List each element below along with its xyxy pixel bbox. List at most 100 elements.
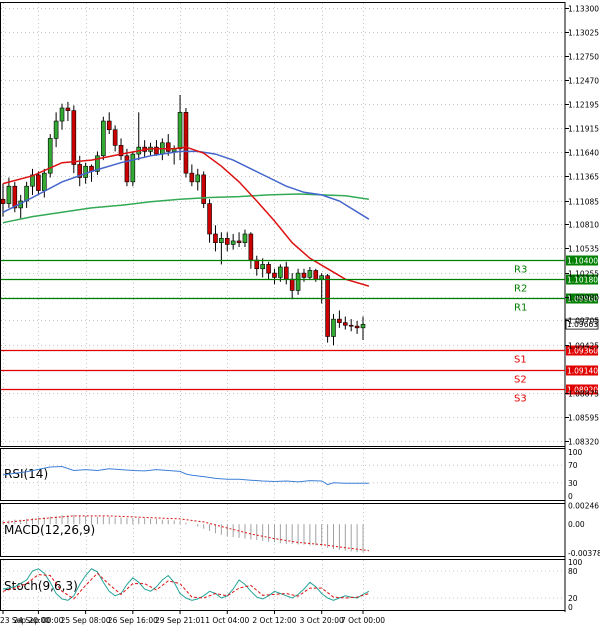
time-tick-label: 24 Sep 00:00 bbox=[13, 616, 63, 625]
candle-body bbox=[219, 238, 224, 243]
price-tick-label: 1.08875 bbox=[568, 390, 599, 399]
candle bbox=[130, 151, 136, 187]
candle bbox=[325, 273, 330, 343]
candle-body bbox=[325, 275, 330, 337]
rsi-tick-label: 0 bbox=[568, 492, 573, 501]
candle-body bbox=[24, 185, 29, 202]
candle-body bbox=[130, 153, 136, 183]
price-tick-label: 1.12750 bbox=[568, 53, 599, 62]
price-tick-label: 1.09980 bbox=[568, 294, 599, 303]
stoch-tick-label: 20 bbox=[568, 594, 578, 603]
time-tick-label: 29 Sep 21:01 bbox=[155, 616, 205, 625]
price-tick-label: 1.13300 bbox=[568, 5, 599, 14]
level-name-r2: R2 bbox=[514, 284, 527, 295]
price-tick-label: 1.08320 bbox=[568, 438, 599, 447]
candle bbox=[101, 116, 106, 161]
time-tick-label: 3 Oct 20:00 bbox=[300, 616, 344, 625]
rsi-tick-label: 70 bbox=[568, 461, 578, 470]
candle-body bbox=[319, 275, 324, 280]
trading-chart: R3 1.10400 R2 1.10180 R1 1.09960 S1 1.09360 S2 1.… bbox=[0, 0, 600, 628]
candle-body bbox=[224, 238, 230, 245]
price-tick-label: 1.12195 bbox=[568, 101, 599, 110]
candle-body bbox=[248, 233, 254, 261]
candle-body bbox=[36, 174, 41, 191]
candle-body bbox=[183, 112, 189, 174]
time-tick-label: 1 Oct 04:00 bbox=[205, 616, 249, 625]
candle-body bbox=[53, 120, 59, 139]
candle-body bbox=[71, 110, 77, 165]
candle-body bbox=[177, 112, 183, 150]
rsi-tick-label: 100 bbox=[568, 448, 583, 457]
candle-body bbox=[124, 155, 130, 183]
level-price-label: 1.10400 bbox=[567, 257, 598, 266]
price-tick-label: 1.09705 bbox=[568, 317, 599, 326]
candle-body bbox=[354, 325, 360, 329]
candle-body bbox=[112, 129, 118, 146]
price-tick-label: 1.08595 bbox=[568, 414, 599, 423]
candle-body bbox=[207, 203, 212, 235]
candle-body bbox=[260, 264, 265, 270]
candle-body bbox=[65, 107, 71, 111]
candle-body bbox=[236, 240, 242, 243]
level-name-s2: S2 bbox=[514, 375, 527, 386]
candle-body bbox=[101, 120, 106, 157]
price-tick-label: 1.11915 bbox=[568, 125, 599, 134]
candle-body bbox=[360, 324, 366, 329]
macd-tick-label: 0.00 bbox=[568, 520, 585, 529]
stoch-tick-label: 80 bbox=[568, 567, 578, 576]
candle-body bbox=[59, 107, 65, 122]
candle bbox=[47, 134, 53, 178]
candle-body bbox=[0, 198, 6, 204]
time-tick-label: 2 Oct 12:00 bbox=[252, 616, 296, 625]
candle-body bbox=[106, 120, 112, 131]
price-tick-label: 1.10810 bbox=[568, 221, 599, 230]
candle-body bbox=[6, 185, 12, 204]
price-tick-label: 1.12470 bbox=[568, 77, 599, 86]
candle-body bbox=[266, 264, 271, 274]
candle bbox=[201, 171, 206, 208]
candle bbox=[183, 108, 189, 178]
price-tick-label: 1.10535 bbox=[568, 245, 599, 254]
candle-body bbox=[254, 259, 260, 270]
price-tick-label: 1.11085 bbox=[568, 198, 599, 207]
candle-body bbox=[165, 142, 171, 152]
macd-label: MACD(12,26,9) bbox=[4, 523, 95, 537]
level-name-r3: R3 bbox=[514, 265, 527, 276]
candle-body bbox=[337, 318, 342, 323]
candle-body bbox=[313, 270, 319, 280]
level-price-label: 1.09140 bbox=[567, 367, 598, 376]
candle-body bbox=[42, 172, 47, 191]
stoch-label: Stoch(9,6,3) bbox=[4, 579, 78, 593]
level-name-s3: S3 bbox=[514, 394, 527, 405]
time-tick-label: 7 Oct 00:00 bbox=[341, 616, 385, 625]
candle-body bbox=[289, 278, 295, 291]
candle-body bbox=[278, 266, 283, 278]
macd-tick-label: -0.003788 bbox=[568, 549, 600, 558]
candle-body bbox=[12, 185, 18, 209]
stoch-tick-label: 100 bbox=[568, 558, 583, 567]
candle-body bbox=[195, 174, 201, 183]
candle-body bbox=[230, 240, 236, 245]
candle-body bbox=[242, 233, 248, 243]
macd-tick-label: 0.00246 bbox=[568, 502, 599, 511]
candle-body bbox=[342, 322, 348, 326]
candle bbox=[71, 105, 77, 174]
candle-body bbox=[295, 272, 301, 291]
price-tick-label: 1.10255 bbox=[568, 270, 599, 279]
price-tick-label: 1.11365 bbox=[568, 173, 599, 182]
candle-body bbox=[272, 272, 277, 278]
time-tick-label: 26 Sep 16:00 bbox=[108, 616, 158, 625]
candle-body bbox=[283, 266, 289, 280]
candle-body bbox=[213, 233, 218, 243]
level-name-r1: R1 bbox=[514, 303, 527, 314]
price-tick-label: 1.09425 bbox=[568, 342, 599, 351]
candle-body bbox=[331, 318, 336, 337]
price-tick-label: 1.13025 bbox=[568, 29, 599, 38]
time-tick-label: 25 Sep 08:00 bbox=[61, 616, 111, 625]
stoch-tick-label: 0 bbox=[568, 603, 573, 612]
candle-body bbox=[201, 174, 206, 204]
chart-svg: R31.10400R21.10180R11.09960S11.09360S21.… bbox=[0, 0, 600, 628]
candle-body bbox=[348, 324, 354, 327]
level-name-s1: S1 bbox=[514, 355, 527, 366]
candle-body bbox=[307, 270, 313, 278]
